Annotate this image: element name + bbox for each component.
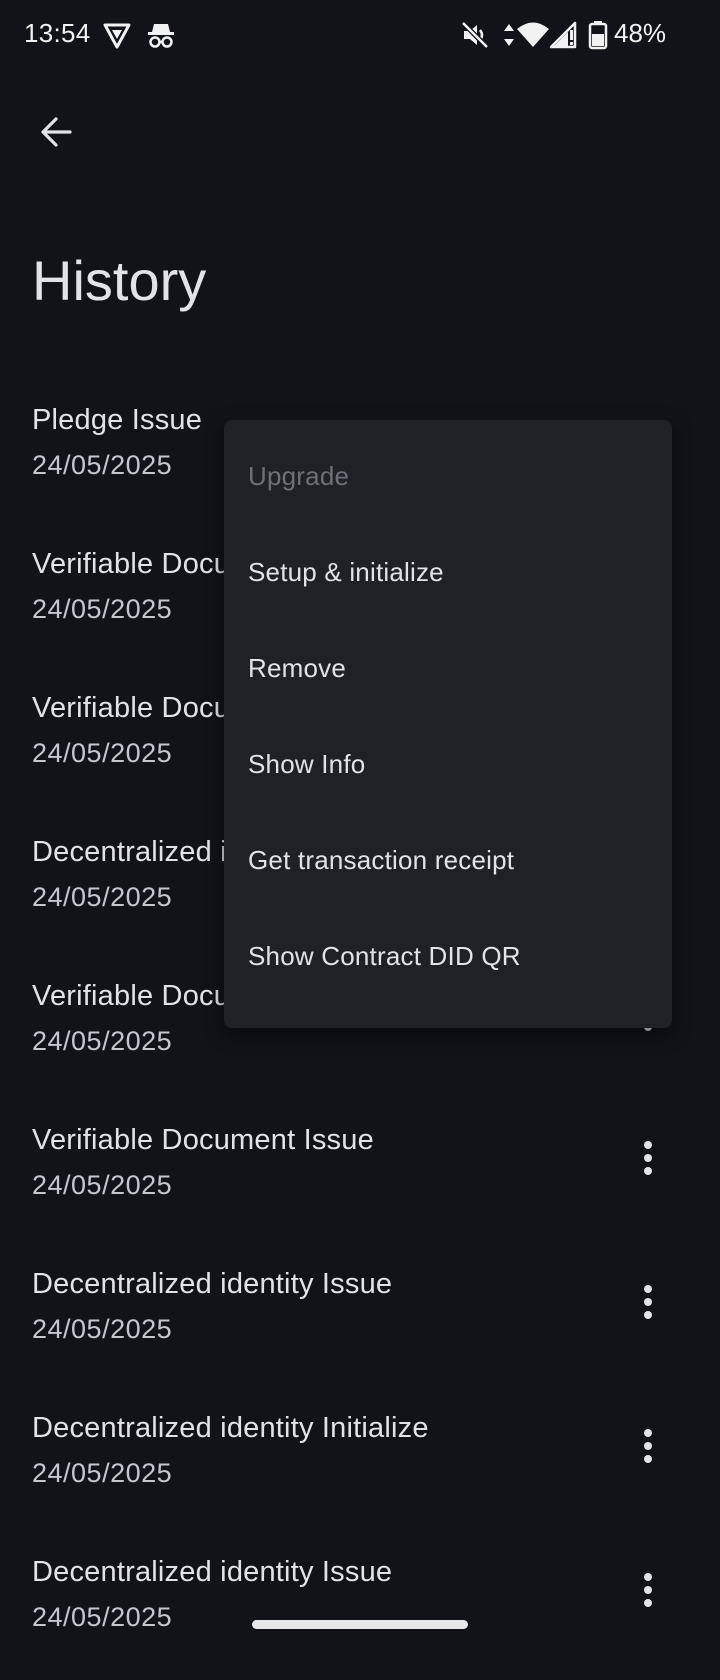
more-options-button[interactable]: [620, 1562, 676, 1618]
history-item-title: Pledge Issue: [32, 404, 203, 436]
muted-icon: [461, 21, 489, 49]
history-item-title: Decentralized identity Issue: [32, 1268, 393, 1300]
arrow-back-icon: [41, 117, 72, 147]
context-menu: Upgrade Setup & initialize Remove Show Info…: [224, 420, 672, 1028]
wifi-icon: [517, 22, 549, 47]
history-item-date: 24/05/2025: [32, 882, 173, 912]
history-list-item[interactable]: Decentralized identity Issue 24/05/2025: [0, 1536, 720, 1680]
history-item-date: 24/05/2025: [32, 1314, 173, 1344]
history-list-item[interactable]: Verifiable Document Issue 24/05/2025: [0, 1104, 720, 1248]
more-options-button[interactable]: [620, 1130, 676, 1186]
battery-icon: [588, 21, 608, 50]
menu-item-get-transaction-receipt[interactable]: Get transaction receipt: [224, 812, 672, 908]
more-vert-icon: [644, 1429, 652, 1463]
status-bar: 13:54 48%: [0, 0, 720, 72]
more-vert-icon: [644, 1141, 652, 1175]
more-options-button[interactable]: [620, 1274, 676, 1330]
home-indicator[interactable]: [252, 1620, 468, 1629]
vpn-shield-icon: [103, 23, 131, 49]
history-item-title: Verifiable Document Issue: [32, 1124, 374, 1156]
menu-item-show-contract-did-qr[interactable]: Show Contract DID QR: [224, 908, 672, 1004]
history-item-date: 24/05/2025: [32, 594, 173, 624]
more-vert-icon: [644, 1573, 652, 1607]
menu-item-upgrade: Upgrade: [248, 460, 350, 491]
history-item-date: 24/05/2025: [32, 450, 173, 480]
history-item-date: 24/05/2025: [32, 738, 173, 768]
battery-percent: 48%: [614, 18, 667, 48]
incognito-icon: [148, 24, 174, 48]
history-item-date: 24/05/2025: [32, 1026, 173, 1056]
history-list-item[interactable]: Decentralized identity Issue 24/05/2025: [0, 1248, 720, 1392]
menu-item-remove[interactable]: Remove: [224, 620, 672, 716]
history-item-title: Decentralized identity Issue: [32, 1556, 393, 1588]
more-options-button[interactable]: [620, 1418, 676, 1474]
history-list-item[interactable]: Decentralized identity Initialize 24/05/2…: [0, 1392, 720, 1536]
menu-item-show-info[interactable]: Show Info: [224, 716, 672, 812]
history-item-date: 24/05/2025: [32, 1170, 173, 1200]
back-button[interactable]: [30, 106, 82, 158]
more-vert-icon: [644, 1285, 652, 1319]
history-item-date: 24/05/2025: [32, 1602, 173, 1632]
history-item-date: 24/05/2025: [32, 1458, 173, 1488]
menu-item-setup-initialize[interactable]: Setup & initialize: [224, 524, 672, 620]
history-item-title: Decentralized identity Initialize: [32, 1412, 429, 1444]
status-time: 13:54: [24, 18, 91, 48]
signal-icon: [549, 21, 577, 49]
page-title: History: [32, 249, 207, 312]
